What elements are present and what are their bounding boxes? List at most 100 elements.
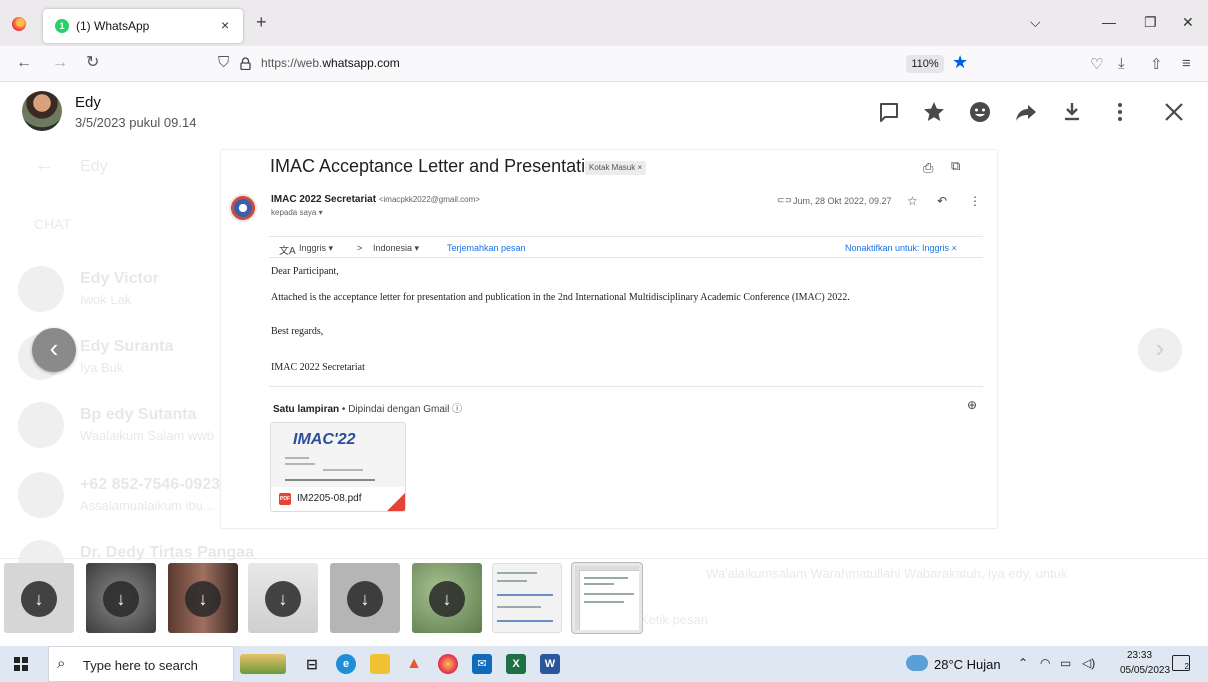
chat-name: Edy Suranta — [80, 338, 174, 355]
windows-taskbar: ⌕ Type here to search ⊟ e ▲ ✉ X W 28°C H… — [0, 646, 1208, 682]
battery-icon[interactable]: ▭ — [1060, 656, 1071, 670]
avatar — [18, 266, 64, 312]
translate-source-language: Inggris ▾ — [299, 243, 334, 253]
chat-name: +62 852-7546-0923 — [80, 476, 221, 493]
bookmark-star-icon[interactable]: ★ — [952, 52, 968, 73]
sender-name: Edy — [75, 94, 101, 111]
avatar — [18, 472, 64, 518]
restore-icon[interactable]: ❐ — [1144, 14, 1157, 31]
divider — [269, 386, 983, 387]
pocket-icon[interactable]: ♡ — [1090, 55, 1103, 73]
close-window-icon[interactable]: ✕ — [1182, 14, 1194, 31]
media-viewer: ← Edy CHAT Edy Victor Iwok Lak Edy Suran… — [0, 82, 1208, 636]
url-text: https://web.whatsapp.com — [261, 56, 400, 70]
pdf-corner-mark — [387, 493, 405, 511]
background-section-label: CHAT — [34, 216, 72, 232]
background-header-title: Edy — [80, 158, 108, 175]
print-icon: ⎙ — [923, 160, 934, 175]
star-message-icon[interactable] — [922, 100, 946, 124]
clock-date[interactable]: 05/05/2023 — [1120, 665, 1170, 676]
translate-target-language: Indonesia ▾ — [373, 243, 420, 253]
task-view-icon[interactable]: ⊟ — [302, 654, 322, 674]
media-thumbnail[interactable]: ↓ — [86, 563, 156, 633]
tab-whatsapp[interactable]: 1 (1) WhatsApp × — [43, 9, 243, 43]
weather-status[interactable]: 28°C Hujan — [934, 657, 1001, 672]
download-icon[interactable] — [1060, 100, 1084, 124]
react-emoji-icon[interactable] — [968, 100, 992, 124]
wifi-icon[interactable]: ◠ — [1040, 656, 1050, 670]
volume-icon[interactable]: ◁) — [1082, 656, 1095, 670]
forward-icon[interactable] — [1014, 100, 1038, 124]
email-recipient: kepada saya ▾ — [271, 208, 323, 217]
download-icon[interactable]: ↓ — [21, 581, 57, 617]
email-from: IMAC 2022 Secretariat <imacpkk2022@gmail… — [271, 194, 480, 205]
reload-icon[interactable]: ↻ — [86, 54, 99, 72]
email-greeting: Dear Participant, — [271, 266, 339, 277]
attachment-filename: IM2205-08.pdf — [297, 493, 362, 504]
download-icon[interactable]: ↓ — [103, 581, 139, 617]
download-icon[interactable]: ↓ — [347, 581, 383, 617]
background-chat-row: Bp edy Sutanta Waalaikum Salam wwb — [18, 402, 248, 448]
new-tab-button[interactable]: + — [256, 13, 267, 31]
translate-message-link: Terjemahkan pesan — [447, 243, 526, 253]
imac-sender-logo — [229, 194, 257, 222]
search-highlight-icon[interactable] — [240, 654, 286, 674]
tracking-shield-icon[interactable]: ⛉ — [218, 54, 229, 71]
matlab-icon[interactable]: ▲ — [404, 654, 424, 674]
close-tab-icon[interactable]: × — [221, 17, 229, 33]
media-thumbnail[interactable]: ↓ — [412, 563, 482, 633]
url-bar[interactable]: ⛉ https://web.whatsapp.com 110% ★ — [206, 51, 992, 77]
notification-center-icon[interactable]: 2 — [1172, 655, 1190, 671]
edge-browser-icon[interactable]: e — [336, 654, 356, 674]
save-to-drive-icon: ⊕ — [967, 398, 978, 412]
previous-media-button[interactable]: ‹ — [32, 328, 76, 372]
chat-name: Edy Victor — [80, 270, 159, 287]
search-icon: ⌕ — [57, 655, 66, 672]
forward-icon[interactable]: → — [52, 54, 68, 72]
word-icon[interactable]: W — [540, 654, 560, 674]
media-thumbnail-document[interactable] — [492, 563, 562, 633]
open-new-window-icon: ⧉ — [951, 158, 961, 173]
translate-disable-link: Nonaktifkan untuk: Inggris × — [845, 243, 957, 253]
show-hidden-icons-icon[interactable]: ⌃ — [1018, 656, 1028, 670]
extensions-icon[interactable]: ⇧ — [1150, 55, 1163, 73]
download-icon[interactable]: ↓ — [185, 581, 221, 617]
email-body-line: Attached is the acceptance letter for pr… — [271, 292, 850, 303]
clock-time[interactable]: 23:33 — [1127, 650, 1152, 661]
tab-title: (1) WhatsApp — [76, 19, 150, 33]
excel-icon[interactable]: X — [506, 654, 526, 674]
download-icon[interactable]: ↓ — [265, 581, 301, 617]
download-icon[interactable]: ↓ — [429, 581, 465, 617]
list-all-tabs-icon[interactable]: ⌵ — [1030, 14, 1041, 31]
media-thumbnail[interactable]: ↓ — [248, 563, 318, 633]
menu-icon[interactable]: ≡ — [1182, 55, 1191, 72]
media-thumbnail[interactable]: ↓ — [168, 563, 238, 633]
chat-preview: Assalamualaikum ibu... — [80, 498, 214, 513]
weather-rain-icon[interactable] — [906, 655, 928, 671]
sender-avatar[interactable] — [22, 91, 62, 131]
browser-tab-bar: 1 (1) WhatsApp × + ⌵ — ❐ ✕ — [0, 0, 1208, 46]
taskbar-search-box[interactable]: ⌕ Type here to search — [48, 646, 234, 682]
media-thumbnail[interactable]: ↓ — [330, 563, 400, 633]
avatar — [18, 402, 64, 448]
close-viewer-icon[interactable] — [1162, 100, 1186, 124]
back-icon[interactable]: ← — [16, 54, 32, 72]
more-vert-icon: ⋮ — [969, 194, 981, 208]
chat-name: Bp edy Sutanta — [80, 406, 197, 423]
more-options-icon[interactable] — [1108, 100, 1132, 124]
next-media-button[interactable]: › — [1138, 328, 1182, 372]
zoom-level-button[interactable]: 110% — [906, 55, 944, 73]
go-to-message-icon[interactable] — [877, 100, 901, 124]
firefox-logo-icon[interactable] — [12, 17, 26, 31]
mail-icon[interactable]: ✉ — [472, 654, 492, 674]
lock-icon[interactable] — [240, 57, 251, 70]
firefox-taskbar-icon[interactable] — [438, 654, 458, 674]
downloads-icon[interactable]: ⤓ — [1118, 55, 1125, 72]
media-image-email-screenshot: IMAC Acceptance Letter and Presentation … — [221, 150, 997, 528]
windows-start-icon[interactable] — [14, 657, 28, 671]
media-thumbnail-selected[interactable] — [572, 563, 642, 633]
media-thumbnail[interactable]: ↓ — [4, 563, 74, 633]
pdf-file-icon: PDF — [279, 493, 291, 505]
minimize-icon[interactable]: — — [1102, 14, 1116, 30]
file-explorer-icon[interactable] — [370, 654, 390, 674]
